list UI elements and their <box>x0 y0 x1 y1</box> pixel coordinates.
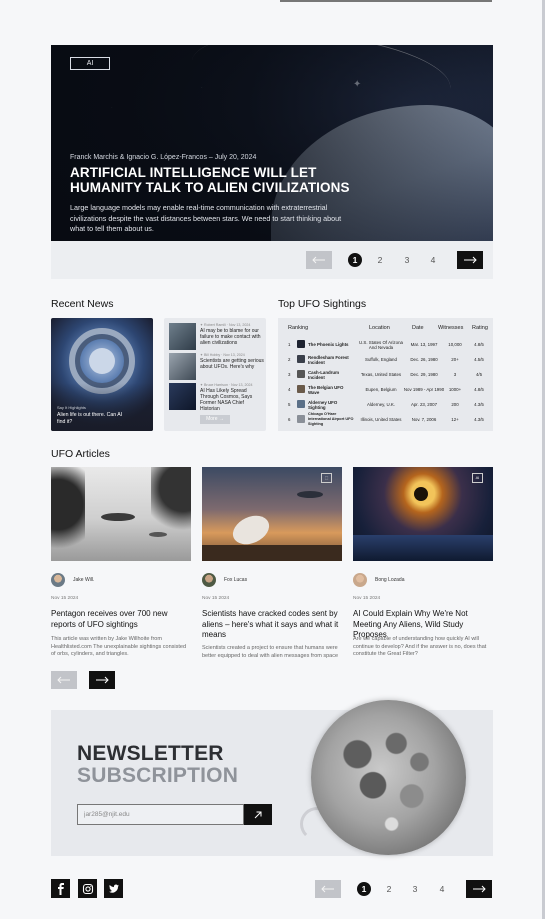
moon-image <box>311 700 466 855</box>
next-button[interactable] <box>457 251 483 269</box>
arrow-left-icon <box>57 676 70 684</box>
instagram-icon[interactable] <box>78 879 97 898</box>
row-icon <box>297 340 305 348</box>
col-location: Location <box>369 325 390 331</box>
arrow-right-icon <box>96 676 109 684</box>
list-item[interactable]: ✦ Bill Hobby · Nov 13, 2024 Scientists a… <box>169 353 264 381</box>
hero-title[interactable]: ARTIFICIAL INTELLIGENCE WILL LET HUMANIT… <box>70 165 370 195</box>
newsletter-heading: NEWSLETTER SUBSCRIPTION <box>77 742 239 787</box>
newsletter-section: NEWSLETTER SUBSCRIPTION <box>51 700 493 856</box>
arrow-right-icon <box>473 885 486 893</box>
arrow-left-icon <box>312 256 325 264</box>
ufo-shape <box>149 532 167 537</box>
page-3[interactable]: 3 <box>400 253 414 267</box>
top-divider <box>280 0 492 2</box>
recent-news-list: ✦ Robert Ramili · Nov 13, 2024 AI may be… <box>164 318 266 431</box>
ufo-sightings-table: Ranking Location Date Witnesses Rating 1… <box>278 318 493 431</box>
arrow-left-icon <box>321 885 334 893</box>
arrow-up-right-icon <box>254 811 262 818</box>
table-row[interactable]: 2 Rendlesham Forest Incident Suffolk, En… <box>278 352 493 367</box>
news-thumbnail <box>169 353 196 380</box>
image-badge: AI <box>472 473 483 483</box>
hero-pager: 1 2 3 4 <box>51 241 493 279</box>
hero-banner[interactable]: ✦ · · AI Franck Marchis & Ignacio G. Lóp… <box>51 45 493 241</box>
ufo-shape <box>297 491 323 498</box>
article-date: Nov 15 2024 <box>51 596 79 601</box>
category-tag[interactable]: AI <box>70 57 110 70</box>
avatar[interactable] <box>51 573 65 587</box>
featured-meta: Say It Highlights <box>57 405 86 410</box>
row-icon <box>297 370 305 378</box>
article-title[interactable]: Pentagon receives over 700 new reports o… <box>51 609 193 630</box>
ufo-shape <box>101 513 135 521</box>
satellite-dish <box>228 510 274 550</box>
article-image[interactable] <box>51 467 191 561</box>
col-rating: Rating <box>472 325 488 331</box>
hero-byline: Franck Marchis & Ignacio G. López-Franco… <box>70 154 257 161</box>
author-name[interactable]: Fox Lucas <box>224 577 247 583</box>
facebook-icon[interactable] <box>51 879 70 898</box>
prev-button[interactable] <box>306 251 332 269</box>
article-date: Nov 15 2024 <box>353 596 381 601</box>
page-4[interactable]: 4 <box>426 253 440 267</box>
news-title[interactable]: AI may be to blame for our failure to ma… <box>200 328 264 346</box>
row-icon <box>297 415 305 423</box>
table-row[interactable]: 6 Chicago O'Hare International Airport U… <box>278 412 493 427</box>
email-input[interactable] <box>77 804 244 825</box>
footer-next-button[interactable] <box>466 880 492 898</box>
top-ufo-heading: Top UFO Sightings <box>278 298 367 310</box>
image-badge: ⬚ <box>321 473 332 483</box>
ufo-articles-heading: UFO Articles <box>51 448 110 460</box>
eye-pupil <box>414 487 428 501</box>
article-image[interactable]: ⬚ <box>202 467 342 561</box>
article-title[interactable]: Scientists have cracked codes sent by al… <box>202 609 344 641</box>
arrow-right-icon <box>464 256 477 264</box>
article-date: Nov 15 2024 <box>202 596 230 601</box>
page-4[interactable]: 4 <box>435 882 449 896</box>
featured-title[interactable]: Alien life is out there. Can AI find it? <box>57 412 129 426</box>
articles-next-button[interactable] <box>89 671 115 689</box>
news-thumbnail <box>169 323 196 350</box>
articles-prev-button[interactable] <box>51 671 77 689</box>
news-title[interactable]: Scientists are getting serious about UFO… <box>200 358 264 370</box>
article-excerpt: Are we capable of understanding how quic… <box>353 636 487 657</box>
page-3[interactable]: 3 <box>408 882 422 896</box>
table-row[interactable]: 1 The Phoenix Lights U.S. States Of Ariz… <box>278 337 493 352</box>
news-title[interactable]: AI Has Likely Spread Through Cosmos, Say… <box>200 388 264 412</box>
article-excerpt: Scientists created a project to ensure t… <box>202 645 339 659</box>
page-1[interactable]: 1 <box>348 253 362 267</box>
article-excerpt: This article was written by Jake Willhoi… <box>51 636 187 657</box>
author-name[interactable]: Jake Will. <box>73 577 94 583</box>
page-2[interactable]: 2 <box>373 253 387 267</box>
table-row[interactable]: 3 Cash-Landrum Incident Texas, United St… <box>278 367 493 382</box>
author-name[interactable]: Bong Lozada <box>375 577 404 583</box>
hero-description: Large language models may enable real-ti… <box>70 203 342 233</box>
page-2[interactable]: 2 <box>382 882 396 896</box>
avatar[interactable] <box>353 573 367 587</box>
table-row[interactable]: 5 Alderney UFO Sighting Alderney, U.K. A… <box>278 397 493 412</box>
article-image[interactable]: AI <box>353 467 493 561</box>
list-item[interactable]: ✦ Bruce Harrison · Nov 13, 2024 AI Has L… <box>169 383 264 412</box>
col-ranking: Ranking <box>288 325 309 331</box>
more-button[interactable]: More → <box>200 415 230 424</box>
twitter-icon[interactable] <box>104 879 123 898</box>
footer-prev-button[interactable] <box>315 880 341 898</box>
page-1[interactable]: 1 <box>357 882 371 896</box>
table-row[interactable]: 4 The Belgian UFO Wave Eupen, Belgium No… <box>278 382 493 397</box>
col-date: Date <box>412 325 424 331</box>
recent-news-featured[interactable]: Say It Highlights Alien life is out ther… <box>51 318 153 431</box>
col-witnesses: Witnesses <box>438 325 464 331</box>
row-icon <box>297 400 305 408</box>
recent-news-heading: Recent News <box>51 298 114 310</box>
news-thumbnail <box>169 383 196 410</box>
subscribe-button[interactable] <box>244 804 272 825</box>
row-icon <box>297 385 305 393</box>
avatar[interactable] <box>202 573 216 587</box>
list-item[interactable]: ✦ Robert Ramili · Nov 13, 2024 AI may be… <box>169 323 263 351</box>
row-icon <box>297 355 305 363</box>
